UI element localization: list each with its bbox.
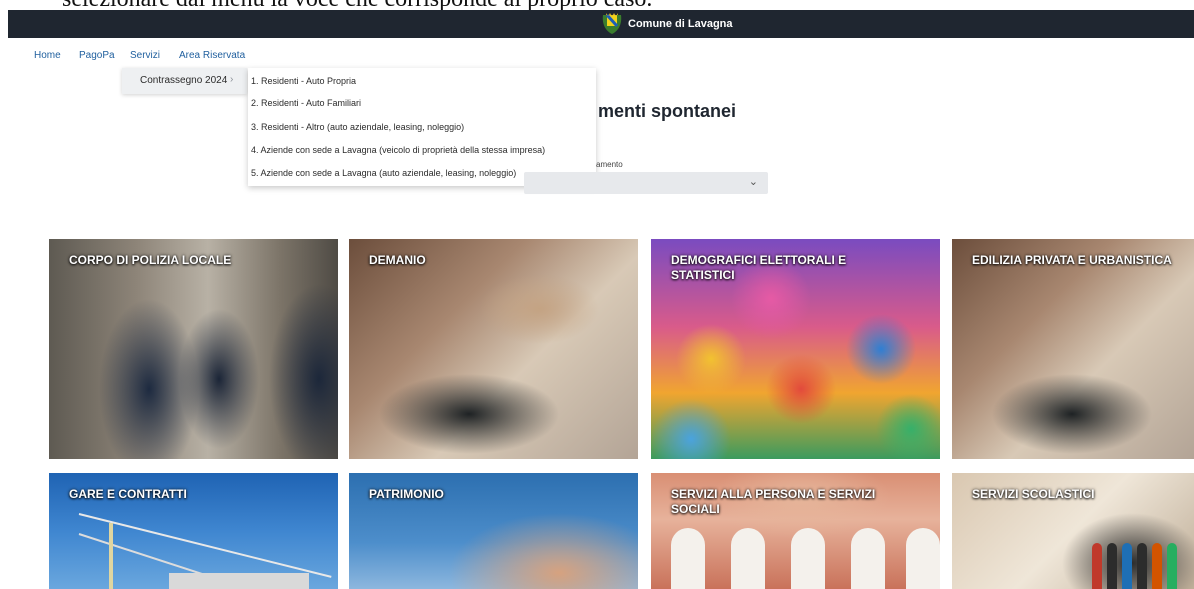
tile-title: SERVIZI SCOLASTICI — [972, 487, 1095, 501]
chevron-down-icon: ⌄ — [748, 176, 758, 188]
nav-servizi-link[interactable]: Servizi — [130, 50, 160, 61]
service-tile-servizi-persona[interactable]: SERVIZI ALLA PERSONA E SERVIZI SOCIALI — [651, 473, 940, 589]
nav-area-riservata-link[interactable]: Area Riservata — [179, 50, 245, 61]
paper-doll — [731, 528, 765, 589]
service-tile-servizi-scolastici[interactable]: SERVIZI SCOLASTICI — [952, 473, 1194, 589]
page-title: menti spontanei — [598, 101, 737, 121]
crayon — [1107, 543, 1117, 589]
crayon — [1122, 543, 1132, 589]
paper-doll — [671, 528, 705, 589]
service-tile-gare-contratti[interactable]: GARE E CONTRATTI — [49, 473, 338, 589]
paper-doll — [851, 528, 885, 589]
paper-doll — [906, 528, 940, 589]
crayon — [1092, 543, 1102, 589]
site-title: Comune di Lavagna — [628, 18, 733, 30]
crayon — [1152, 543, 1162, 589]
crayon — [1167, 543, 1177, 589]
dropdown-item-residenti-auto-familiari[interactable]: 2. Residenti - Auto Familiari — [251, 98, 361, 108]
service-tile-demografici[interactable]: DEMOGRAFICI ELETTORALI E STATISTICI — [651, 239, 940, 459]
tile-title: SERVIZI ALLA PERSONA E SERVIZI SOCIALI — [671, 487, 876, 516]
service-tile-demanio[interactable]: DEMANIO — [349, 239, 638, 459]
construction-banner — [169, 573, 309, 589]
contrassegno-dropdown-menu: 1. Residenti - Auto Propria 2. Residenti… — [248, 68, 596, 186]
tile-title: DEMOGRAFICI ELETTORALI E STATISTICI — [671, 253, 847, 282]
tile-title: DEMANIO — [369, 253, 426, 267]
crane-tower — [109, 523, 113, 589]
paper-doll — [791, 528, 825, 589]
tile-title: PATRIMONIO — [369, 487, 444, 501]
coat-of-arms-icon — [600, 12, 624, 36]
tile-title: GARE E CONTRATTI — [69, 487, 187, 501]
site-brand[interactable]: Comune di Lavagna — [600, 11, 733, 37]
nav-home-link[interactable]: Home — [34, 50, 61, 61]
submenu-label: Contrassegno 2024 — [140, 75, 228, 86]
service-tile-polizia-locale[interactable]: CORPO DI POLIZIA LOCALE — [49, 239, 338, 459]
submenu-contrassegno-2024[interactable]: Contrassegno 2024 › — [122, 68, 247, 94]
select-field-label: amento — [596, 160, 623, 169]
main-navigation: Home PagoPa Servizi Area Riservata — [8, 38, 1194, 68]
tile-title: EDILIZIA PRIVATA E URBANISTICA — [972, 253, 1172, 267]
tile-title: CORPO DI POLIZIA LOCALE — [69, 253, 232, 267]
nav-pagopa-link[interactable]: PagoPa — [79, 50, 115, 61]
dropdown-item-residenti-auto-propria[interactable]: 1. Residenti - Auto Propria — [251, 76, 356, 86]
dropdown-item-aziende-veicolo-proprieta[interactable]: 4. Aziende con sede a Lavagna (veicolo d… — [251, 145, 545, 155]
chevron-right-icon: › — [230, 74, 234, 85]
dropdown-item-residenti-altro[interactable]: 3. Residenti - Altro (auto aziendale, le… — [251, 122, 464, 132]
crayon — [1137, 543, 1147, 589]
payment-type-select[interactable]: ⌄ — [524, 172, 768, 194]
dropdown-item-aziende-auto-aziendale[interactable]: 5. Aziende con sede a Lavagna (auto azie… — [251, 168, 516, 178]
top-header-bar: Comune di Lavagna — [8, 10, 1194, 38]
service-tile-edilizia[interactable]: EDILIZIA PRIVATA E URBANISTICA — [952, 239, 1194, 459]
service-tile-patrimonio[interactable]: PATRIMONIO — [349, 473, 638, 589]
